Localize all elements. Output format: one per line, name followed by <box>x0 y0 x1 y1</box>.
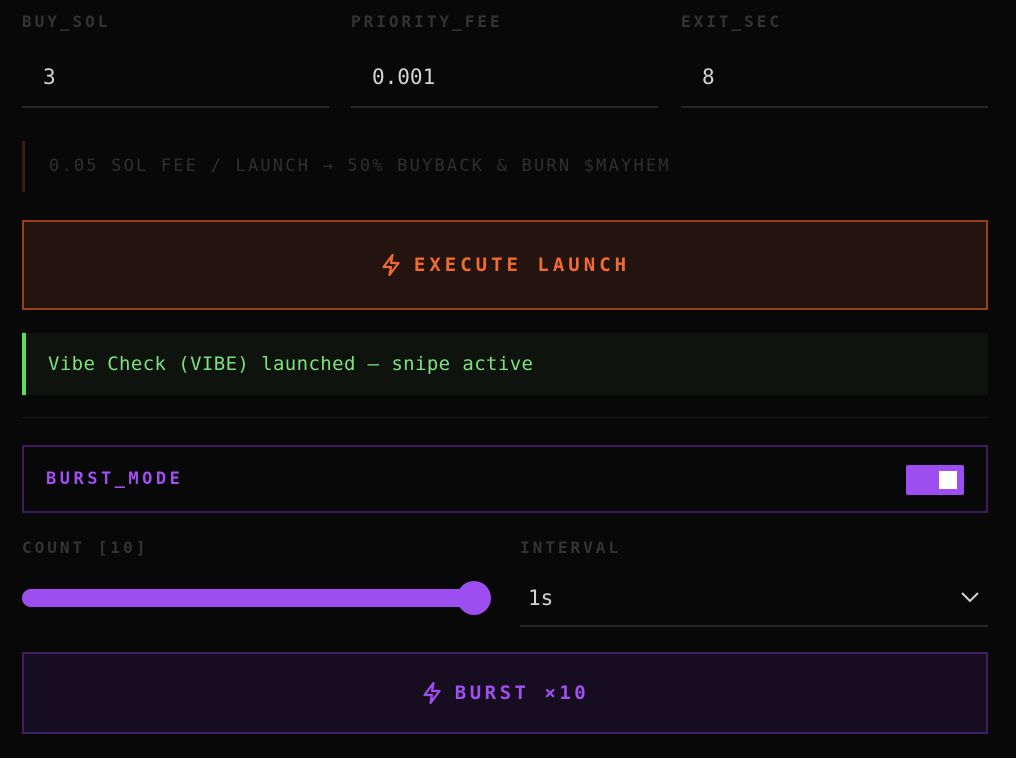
count-slider[interactable] <box>22 580 491 616</box>
exit-sec-label: EXIT_SEC <box>681 12 783 31</box>
buy-sol-label: BUY_SOL <box>22 12 111 31</box>
burst-button[interactable]: BURST ×10 <box>22 652 988 734</box>
priority-fee-label: PRIORITY_FEE <box>351 12 503 31</box>
chevron-down-icon <box>961 592 979 603</box>
priority-fee-field: PRIORITY_FEE <box>351 0 658 108</box>
buy-sol-field: BUY_SOL <box>22 0 329 108</box>
burst-mode-toggle[interactable] <box>906 465 964 495</box>
interval-select[interactable]: 1s <box>520 570 988 627</box>
fee-notice: 0.05 SOL FEE / LAUNCH → 50% BUYBACK & BU… <box>22 141 988 192</box>
burst-button-label: BURST ×10 <box>454 682 590 704</box>
burst-mode-label: BURST_MODE <box>46 469 184 489</box>
buy-sol-input[interactable] <box>22 48 329 108</box>
lightning-icon <box>423 681 441 705</box>
exit-sec-input[interactable] <box>681 48 988 108</box>
count-label: COUNT [10] <box>22 538 149 557</box>
slider-thumb[interactable] <box>457 581 491 615</box>
status-message: Vibe Check (VIBE) launched — snipe activ… <box>22 333 988 395</box>
execute-launch-label: EXECUTE LAUNCH <box>413 254 631 276</box>
toggle-knob <box>939 471 957 489</box>
execute-launch-button[interactable]: EXECUTE LAUNCH <box>22 220 988 310</box>
slider-track <box>22 589 491 607</box>
burst-mode-row: BURST_MODE <box>22 445 988 513</box>
priority-fee-input[interactable] <box>351 48 658 108</box>
divider <box>22 417 988 418</box>
interval-label: INTERVAL <box>520 538 622 557</box>
interval-value: 1s <box>528 586 554 610</box>
launch-panel: BUY_SOL PRIORITY_FEE EXIT_SEC 0.05 SOL F… <box>0 0 1016 758</box>
slider-fill <box>22 589 474 607</box>
exit-sec-field: EXIT_SEC <box>681 0 988 108</box>
lightning-icon <box>382 253 400 277</box>
